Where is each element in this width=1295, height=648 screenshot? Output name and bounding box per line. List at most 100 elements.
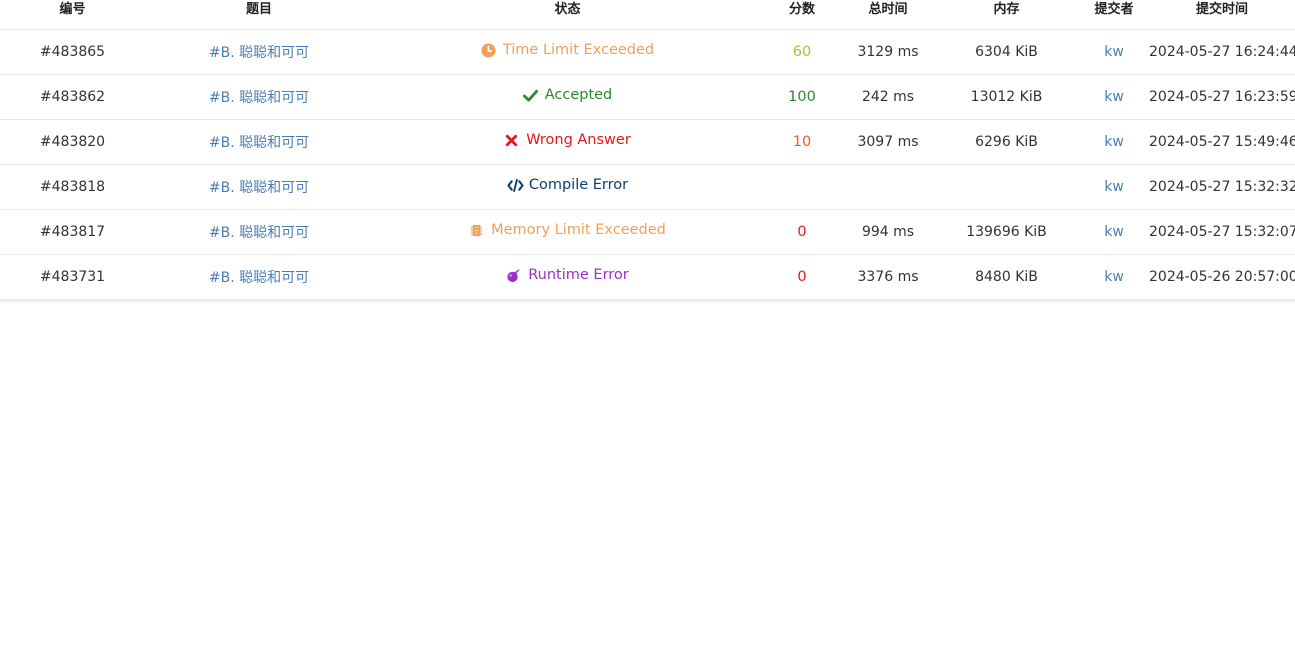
bomb-icon	[506, 268, 521, 283]
status-link[interactable]: Wrong Answer	[504, 132, 631, 148]
score-cell: 0	[762, 209, 842, 255]
submission-id-link[interactable]: #483817	[40, 224, 105, 240]
submission-id: #483818	[0, 164, 145, 210]
problem-link[interactable]: #B. 聪聪和可可	[209, 90, 309, 106]
memory-cell	[934, 164, 1079, 210]
submission-id: #483731	[0, 254, 145, 302]
problem-cell: #B. 聪聪和可可	[145, 119, 373, 165]
status-cell: Wrong Answer	[373, 119, 762, 165]
status-text: Runtime Error	[528, 267, 629, 284]
submitter-link[interactable]: kw	[1104, 269, 1124, 285]
submission-id-link[interactable]: #483818	[40, 179, 105, 195]
submit-time-cell: 2024-05-27 16:24:44	[1149, 29, 1295, 75]
problem-cell: #B. 聪聪和可可	[145, 29, 373, 75]
header-time: 总时间	[842, 0, 934, 30]
time-cell: 3376 ms	[842, 254, 934, 302]
submitter-link[interactable]: kw	[1104, 179, 1124, 195]
status-cell: Compile Error	[373, 164, 762, 210]
status-link[interactable]: Time Limit Exceeded	[481, 42, 654, 58]
score-value: 60	[792, 44, 812, 60]
submission-id-link[interactable]: #483865	[40, 44, 105, 60]
status-cell: Time Limit Exceeded	[373, 29, 762, 75]
header-submit-time: 提交时间	[1149, 0, 1295, 30]
cross-icon	[504, 133, 519, 148]
problem-cell: #B. 聪聪和可可	[145, 74, 373, 120]
submitter-link[interactable]: kw	[1104, 134, 1124, 150]
memory-cell: 13012 KiB	[934, 74, 1079, 120]
score-value: 0	[797, 269, 807, 285]
problem-cell: #B. 聪聪和可可	[145, 254, 373, 302]
status-text: Wrong Answer	[526, 132, 631, 149]
score-value: 100	[788, 89, 816, 105]
submit-time-cell: 2024-05-27 16:23:59	[1149, 74, 1295, 120]
submitter-link[interactable]: kw	[1104, 44, 1124, 60]
clock-icon	[481, 43, 496, 58]
score-cell: 0	[762, 254, 842, 302]
problem-link[interactable]: #B. 聪聪和可可	[209, 45, 309, 61]
memory-cell: 6296 KiB	[934, 119, 1079, 165]
problem-link[interactable]: #B. 聪聪和可可	[209, 180, 309, 196]
time-cell: 3097 ms	[842, 119, 934, 165]
status-text: Time Limit Exceeded	[502, 42, 655, 59]
memory-cell: 6304 KiB	[934, 29, 1079, 75]
time-cell: 994 ms	[842, 209, 934, 255]
check-icon	[522, 88, 538, 103]
submit-time-cell: 2024-05-26 20:57:00	[1149, 254, 1295, 302]
chip-icon	[469, 223, 484, 238]
header-status: 状态	[373, 0, 762, 30]
problem-cell: #B. 聪聪和可可	[145, 209, 373, 255]
submission-id: #483820	[0, 119, 145, 165]
status-text: Accepted	[544, 87, 613, 104]
code-icon	[507, 178, 524, 193]
score-value: 10	[792, 134, 812, 150]
status-text: Compile Error	[528, 177, 629, 194]
score-cell: 60	[762, 29, 842, 75]
problem-link[interactable]: #B. 聪聪和可可	[209, 270, 309, 286]
submission-id: #483865	[0, 29, 145, 75]
submission-id: #483862	[0, 74, 145, 120]
submitter-link[interactable]: kw	[1104, 89, 1124, 105]
time-cell: 242 ms	[842, 74, 934, 120]
table-row: #483820 #B. 聪聪和可可 Wrong Answer 10 3097 m…	[0, 119, 1295, 165]
table-row: #483817 #B. 聪聪和可可 Memory Limit Exceeded …	[0, 209, 1295, 255]
memory-cell: 139696 KiB	[934, 209, 1079, 255]
header-score: 分数	[762, 0, 842, 30]
submitter-cell: kw	[1079, 254, 1149, 302]
score-cell: 100	[762, 74, 842, 120]
status-link[interactable]: Memory Limit Exceeded	[469, 222, 666, 238]
status-cell: Runtime Error	[373, 254, 762, 302]
problem-link[interactable]: #B. 聪聪和可可	[209, 225, 309, 241]
status-link[interactable]: Runtime Error	[506, 267, 629, 283]
table-row: #483731 #B. 聪聪和可可 Runtime Error 0 3376 m…	[0, 254, 1295, 302]
submitter-cell: kw	[1079, 164, 1149, 210]
time-cell	[842, 164, 934, 210]
submissions-table: 编号 题目 状态 分数 总时间 内存 提交者 提交时间 #483865 #B. …	[0, 0, 1295, 302]
status-link[interactable]: Compile Error	[507, 177, 628, 193]
table-row: #483818 #B. 聪聪和可可 Compile Error kw 2024-…	[0, 164, 1295, 210]
submitter-link[interactable]: kw	[1104, 224, 1124, 240]
submission-id-link[interactable]: #483731	[40, 269, 105, 285]
table-header-row: 编号 题目 状态 分数 总时间 内存 提交者 提交时间	[0, 0, 1295, 30]
submission-id-link[interactable]: #483862	[40, 89, 105, 105]
status-cell: Accepted	[373, 74, 762, 120]
table-row: #483862 #B. 聪聪和可可 Accepted 100 242 ms 13…	[0, 74, 1295, 120]
submitter-cell: kw	[1079, 209, 1149, 255]
status-link[interactable]: Accepted	[522, 87, 613, 104]
submitter-cell: kw	[1079, 74, 1149, 120]
submission-id: #483817	[0, 209, 145, 255]
submitter-cell: kw	[1079, 29, 1149, 75]
time-cell: 3129 ms	[842, 29, 934, 75]
header-submitter: 提交者	[1079, 0, 1149, 30]
status-text: Memory Limit Exceeded	[491, 222, 666, 239]
score-cell	[762, 164, 842, 210]
problem-link[interactable]: #B. 聪聪和可可	[209, 135, 309, 151]
memory-cell: 8480 KiB	[934, 254, 1079, 302]
header-problem: 题目	[145, 0, 373, 30]
submit-time-cell: 2024-05-27 15:32:07	[1149, 209, 1295, 255]
problem-cell: #B. 聪聪和可可	[145, 164, 373, 210]
submissions-page: 编号 题目 状态 分数 总时间 内存 提交者 提交时间 #483865 #B. …	[0, 0, 1295, 648]
score-cell: 10	[762, 119, 842, 165]
submission-id-link[interactable]: #483820	[40, 134, 105, 150]
table-row: #483865 #B. 聪聪和可可 Time Limit Exceeded 60…	[0, 29, 1295, 75]
header-id: 编号	[0, 0, 145, 30]
